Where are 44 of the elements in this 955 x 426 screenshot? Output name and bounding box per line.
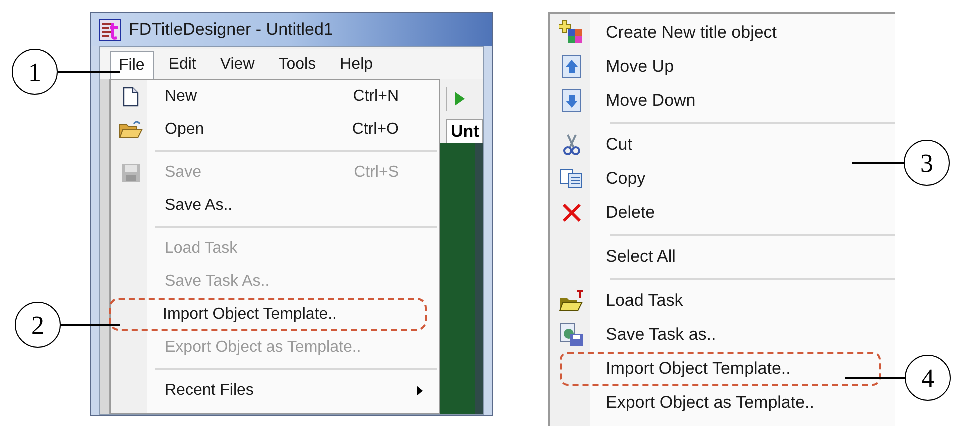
menu-item[interactable]: Move Up [550, 50, 881, 84]
menu-item[interactable]: Delete [550, 196, 881, 230]
window-title: FDTitleDesigner - Untitled1 [129, 18, 334, 41]
menu-item[interactable]: Import Object Template.. [109, 298, 427, 331]
floppy-globe-icon [560, 323, 584, 347]
leader-line [845, 377, 905, 379]
delete-x-icon [562, 203, 582, 223]
document-icon [123, 86, 139, 106]
menu-item[interactable]: Create New title object [550, 16, 881, 50]
submenu-arrow-icon [417, 386, 423, 396]
callout-marker: 3 [904, 140, 950, 186]
menu-bar-item[interactable]: File [110, 51, 154, 79]
menu-item[interactable]: Import Object Template.. [560, 352, 881, 386]
menu-item[interactable]: Export Object as Template.. [550, 386, 881, 420]
callout-marker: 1 [12, 49, 58, 95]
copy-icon [560, 169, 584, 189]
menu-item[interactable]: Open Ctrl+O [111, 113, 427, 146]
menu-bar-item[interactable]: Edit [160, 51, 206, 79]
menu-bar-item[interactable]: View [211, 51, 264, 79]
folder-icon [119, 120, 143, 140]
scissors-icon [563, 134, 581, 156]
leader-line [60, 324, 120, 326]
menu-item[interactable]: New Ctrl+N [111, 80, 427, 113]
folder-icon [559, 290, 585, 312]
app-logo-icon [99, 18, 121, 40]
document-tab[interactable]: Unt [446, 119, 483, 143]
arrow-down-icon [562, 89, 582, 113]
callout-marker: 4 [905, 355, 951, 401]
callout-marker: 2 [15, 302, 61, 348]
menu-item[interactable]: Save Task as.. [550, 318, 881, 352]
menu-item[interactable]: Select All [550, 240, 881, 274]
menu-item[interactable]: Load Task [550, 284, 881, 318]
play-icon [455, 92, 465, 106]
arrow-up-icon [562, 55, 582, 79]
menu-bar-item[interactable]: Tools [270, 51, 326, 79]
menu-bar-item[interactable]: Help [331, 51, 382, 79]
menu-item[interactable]: Move Down [550, 84, 881, 118]
menu-item[interactable]: Recent Files [111, 374, 427, 407]
menu-item[interactable]: Cut [550, 128, 881, 162]
leader-line [58, 71, 120, 73]
menu-item[interactable]: Save As.. [111, 189, 427, 222]
leader-line [852, 162, 904, 164]
menu-item[interactable]: Copy [550, 162, 881, 196]
plus-grid-icon [559, 20, 585, 46]
